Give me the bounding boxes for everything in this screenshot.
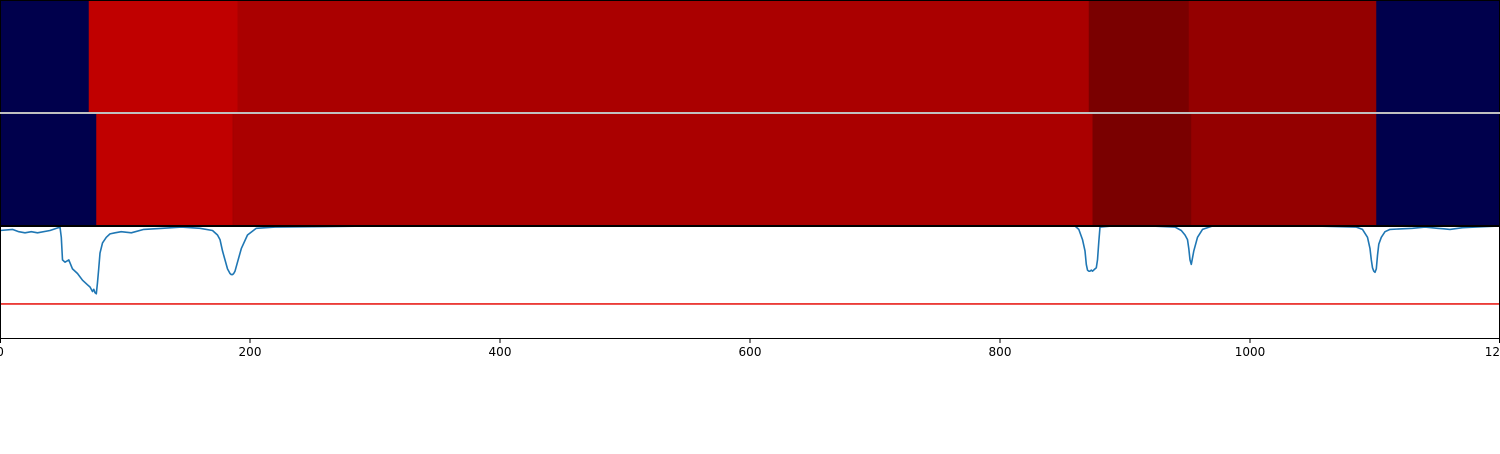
figure: 0 200 400 600 800 1000 1200 (0, 0, 1500, 450)
x-tick-label: 600 (739, 345, 762, 359)
x-tick-label: 400 (489, 345, 512, 359)
heatmap-segment (233, 113, 1093, 226)
heatmap-segment (1188, 0, 1377, 113)
heatmap-segment (1092, 113, 1192, 226)
heatmap-strip-2 (0, 113, 1500, 226)
x-tick-label: 800 (989, 345, 1012, 359)
heatmap-segment (0, 113, 97, 226)
heatmap-segment (1191, 113, 1377, 226)
heatmap-segment (237, 0, 1090, 113)
x-tick-label: 1000 (1235, 345, 1266, 359)
chart-svg: 0 200 400 600 800 1000 1200 (0, 0, 1500, 450)
heatmap-segment (1376, 113, 1500, 226)
heatmap-segment (1088, 0, 1190, 113)
x-tick-label: 200 (239, 345, 262, 359)
heatmap-segment (88, 0, 238, 113)
heatmap-segment (1376, 0, 1500, 113)
heatmap-segment (0, 0, 90, 113)
x-tick-label: 1200 (1485, 345, 1500, 359)
heatmap-segment (96, 113, 233, 226)
heatmap-strip-1 (0, 0, 1500, 113)
x-tick-label: 0 (0, 345, 4, 359)
